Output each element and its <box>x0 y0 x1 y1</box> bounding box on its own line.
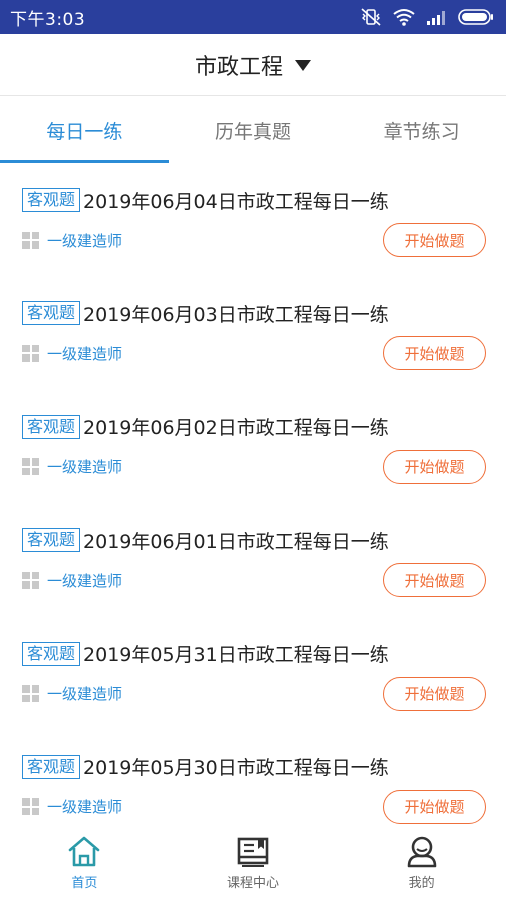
status-time: 下午3:03 <box>10 9 86 30</box>
question-type-tag: 客观题 <box>22 414 81 439</box>
start-practice-button[interactable]: 开始做题 <box>383 789 486 824</box>
item-title: 2019年06月02日市政工程每日一练 <box>83 417 389 440</box>
tab-daily-practice[interactable]: 每日一练 <box>0 97 169 163</box>
category: 一级建造师 <box>22 796 122 817</box>
bottom-nav: 首页 课程中心 我的 <box>0 827 506 900</box>
start-practice-button[interactable]: 开始做题 <box>383 336 486 371</box>
item-title: 2019年05月31日市政工程每日一练 <box>83 644 389 667</box>
nav-course-center[interactable]: 课程中心 <box>169 827 338 900</box>
tab-bar: 每日一练 历年真题 章节练习 <box>0 97 506 163</box>
category: 一级建造师 <box>22 456 122 477</box>
vibrate-icon <box>361 8 381 26</box>
list-item[interactable]: 客观题 2019年06月04日市政工程每日一练 一级建造师 开始做题 <box>0 163 506 276</box>
battery-icon <box>458 9 493 25</box>
category-label: 一级建造师 <box>47 685 123 704</box>
item-title: 2019年06月04日市政工程每日一练 <box>83 190 389 213</box>
status-bar: 下午3:03 <box>0 0 506 34</box>
question-type-tag: 客观题 <box>22 641 81 666</box>
category: 一级建造师 <box>22 343 122 364</box>
list-item[interactable]: 客观题 2019年06月01日市政工程每日一练 一级建造师 开始做题 <box>0 503 506 616</box>
wifi-icon <box>393 9 415 26</box>
category-label: 一级建造师 <box>47 231 123 250</box>
question-type-tag: 客观题 <box>22 754 81 779</box>
start-practice-button[interactable]: 开始做题 <box>383 676 486 711</box>
start-practice-button[interactable]: 开始做题 <box>383 223 486 257</box>
category: 一级建造师 <box>22 683 122 704</box>
category-label: 一级建造师 <box>47 458 123 477</box>
nav-label: 首页 <box>71 876 98 891</box>
tab-chapter-practice[interactable]: 章节练习 <box>337 97 506 163</box>
nav-label: 课程中心 <box>227 876 280 891</box>
grid-icon <box>22 685 39 703</box>
item-title: 2019年06月01日市政工程每日一练 <box>83 530 389 553</box>
category-label: 一级建造师 <box>47 571 123 590</box>
category: 一级建造师 <box>22 230 122 251</box>
item-title: 2019年05月30日市政工程每日一练 <box>83 757 389 780</box>
grid-icon <box>22 458 39 476</box>
category-label: 一级建造师 <box>47 344 123 363</box>
question-type-tag: 客观题 <box>22 188 81 212</box>
grid-icon <box>22 344 39 362</box>
list-item[interactable]: 客观题 2019年05月31日市政工程每日一练 一级建造师 开始做题 <box>0 617 506 730</box>
user-icon <box>407 836 436 868</box>
item-title: 2019年06月03日市政工程每日一练 <box>83 303 389 326</box>
book-icon <box>237 837 269 867</box>
grid-icon <box>22 798 39 816</box>
subject-dropdown[interactable]: 市政工程 <box>195 49 311 81</box>
caret-down-icon <box>295 60 311 71</box>
tab-past-exams[interactable]: 历年真题 <box>169 97 338 163</box>
question-type-tag: 客观题 <box>22 301 81 326</box>
grid-icon <box>22 231 39 249</box>
start-practice-button[interactable]: 开始做题 <box>383 563 486 598</box>
nav-mine[interactable]: 我的 <box>337 827 506 900</box>
list-item[interactable]: 客观题 2019年06月03日市政工程每日一练 一级建造师 开始做题 <box>0 276 506 389</box>
signal-icon <box>427 11 445 25</box>
grid-icon <box>22 571 39 589</box>
list-item[interactable]: 客观题 2019年06月02日市政工程每日一练 一级建造师 开始做题 <box>0 390 506 503</box>
start-practice-button[interactable]: 开始做题 <box>383 449 486 484</box>
category-label: 一级建造师 <box>47 798 123 817</box>
category: 一级建造师 <box>22 570 122 591</box>
list-item[interactable]: 客观题 2019年05月30日市政工程每日一练 一级建造师 开始做题 <box>0 730 506 827</box>
status-icons <box>360 7 494 27</box>
nav-label: 我的 <box>408 876 435 891</box>
question-type-tag: 客观题 <box>22 528 81 553</box>
page-title: 市政工程 <box>194 54 283 80</box>
nav-home[interactable]: 首页 <box>0 827 169 900</box>
title-bar: 市政工程 <box>0 34 506 96</box>
practice-list[interactable]: 客观题 2019年06月04日市政工程每日一练 一级建造师 开始做题 客观题 2… <box>0 163 506 827</box>
home-icon <box>69 836 100 867</box>
